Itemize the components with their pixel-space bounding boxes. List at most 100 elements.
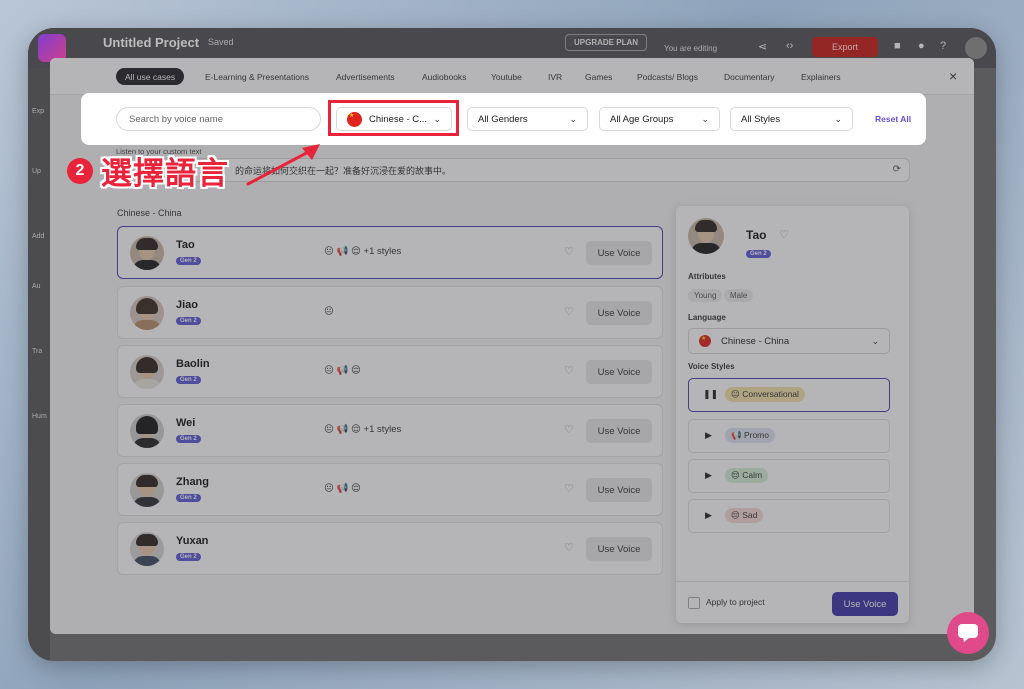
tab-documentary[interactable]: Documentary: [715, 68, 784, 85]
tab-ivr[interactable]: IVR: [539, 68, 571, 85]
play-icon[interactable]: ▶: [705, 430, 712, 441]
voice-styles: 😐 📢 😌 +1 styles: [324, 424, 402, 435]
chat-bubble-icon: [958, 624, 978, 642]
tab-advertisements[interactable]: Advertisements: [327, 68, 404, 85]
support-chat-button[interactable]: [947, 612, 989, 654]
heart-icon[interactable]: ♡: [564, 482, 574, 495]
voice-name: Yuxan: [176, 535, 209, 547]
style-row-conversational[interactable]: ❚❚ 😐 Conversational: [688, 378, 890, 412]
chevron-down-icon: ⌄: [834, 114, 842, 124]
avatar: [130, 473, 164, 507]
language-select[interactable]: Chinese - China ⌄: [688, 328, 890, 354]
attribute-chip: Male: [724, 289, 754, 302]
refresh-icon[interactable]: ⟳: [893, 164, 901, 175]
voice-name: Tao: [176, 239, 195, 251]
voice-styles: 😐 📢 😌: [324, 483, 361, 494]
play-icon[interactable]: ▶: [705, 470, 712, 481]
avatar: [130, 355, 164, 389]
style-row-sad[interactable]: ▶ 😔 Sad: [688, 499, 890, 533]
filter-bar: Search by voice name Chinese - C... ⌄ Al…: [81, 93, 926, 145]
style-tag: 📢 Promo: [725, 428, 775, 443]
panel-use-voice-button[interactable]: Use Voice: [832, 592, 898, 616]
tab-games[interactable]: Games: [576, 68, 621, 85]
apply-to-project-checkbox[interactable]: [688, 597, 700, 609]
voice-styles: 😐 📢 😌: [324, 365, 361, 376]
gen-badge: Gen 2: [176, 494, 201, 502]
highlight-box: [328, 100, 459, 136]
avatar: [688, 218, 724, 254]
heart-icon[interactable]: ♡: [779, 228, 789, 241]
close-icon[interactable]: ×: [949, 68, 957, 84]
chevron-down-icon: ⌄: [871, 336, 879, 346]
tab-explainers[interactable]: Explainers: [792, 68, 850, 85]
style-tag: 😌 Calm: [725, 468, 769, 483]
step-badge: 2: [67, 158, 93, 184]
voice-name: Wei: [176, 417, 196, 429]
style-row-promo[interactable]: ▶ 📢 Promo: [688, 419, 890, 453]
use-voice-button[interactable]: Use Voice: [586, 360, 652, 384]
use-voice-button[interactable]: Use Voice: [586, 478, 652, 502]
tab-youtube[interactable]: Youtube: [482, 68, 531, 85]
voice-styles: 😐: [324, 306, 334, 317]
chevron-down-icon: ⌄: [701, 114, 709, 124]
pause-icon[interactable]: ❚❚: [703, 389, 718, 400]
heart-icon[interactable]: ♡: [564, 305, 574, 318]
gen-badge: Gen 2: [176, 435, 201, 443]
style-filter-select[interactable]: All Styles ⌄: [730, 107, 853, 131]
section-label: Chinese - China: [117, 208, 182, 218]
voice-row-wei[interactable]: Wei Gen 2 😐 📢 😌 +1 styles ♡ Use Voice: [117, 404, 663, 457]
heart-icon[interactable]: ♡: [564, 364, 574, 377]
voice-row-yuxan[interactable]: Yuxan Gen 2 ♡ Use Voice: [117, 522, 663, 575]
chevron-down-icon: ⌄: [569, 114, 577, 124]
gen-badge: Gen 2: [746, 250, 771, 258]
play-icon[interactable]: ▶: [705, 510, 712, 521]
age-filter-select[interactable]: All Age Groups ⌄: [599, 107, 720, 131]
use-voice-button[interactable]: Use Voice: [586, 301, 652, 325]
gen-badge: Gen 2: [176, 376, 201, 384]
avatar: [130, 236, 164, 270]
style-row-calm[interactable]: ▶ 😌 Calm: [688, 459, 890, 493]
tab-e-learning[interactable]: E-Learning & Presentations: [196, 68, 318, 85]
attribute-chip: Young: [688, 289, 723, 302]
heart-icon[interactable]: ♡: [564, 245, 574, 258]
tab-podcasts[interactable]: Podcasts/ Blogs: [628, 68, 707, 85]
voice-row-jiao[interactable]: Jiao Gen 2 😐 ♡ Use Voice: [117, 286, 663, 339]
reset-all-button[interactable]: Reset All: [875, 114, 911, 124]
divider: [676, 581, 909, 582]
style-filter-value: All Styles: [741, 113, 781, 125]
style-tag: 😔 Sad: [725, 508, 764, 523]
language-label: Language: [688, 313, 726, 322]
age-filter-value: All Age Groups: [610, 113, 674, 125]
search-input[interactable]: Search by voice name: [116, 107, 321, 131]
gen-badge: Gen 2: [176, 317, 201, 325]
heart-icon[interactable]: ♡: [564, 541, 574, 554]
use-case-tabs: All use cases E-Learning & Presentations…: [50, 58, 974, 95]
china-flag-icon: [699, 335, 711, 347]
use-voice-button[interactable]: Use Voice: [586, 537, 652, 561]
voice-name: Zhang: [176, 476, 209, 488]
heart-icon[interactable]: ♡: [564, 423, 574, 436]
gender-filter-value: All Genders: [478, 113, 528, 125]
apply-to-project-label: Apply to project: [706, 597, 765, 607]
attributes-label: Attributes: [688, 272, 726, 281]
gen-badge: Gen 2: [176, 257, 201, 265]
voice-styles: 😐 📢 😌 +1 styles: [324, 246, 402, 257]
use-voice-button[interactable]: Use Voice: [586, 241, 652, 265]
voice-detail-panel: Tao ♡ Gen 2 Attributes Young Male Langua…: [676, 206, 909, 623]
avatar: [130, 414, 164, 448]
annotation-text: 選擇語言: [101, 156, 229, 192]
voice-row-zhang[interactable]: Zhang Gen 2 😐 📢 😌 ♡ Use Voice: [117, 463, 663, 516]
use-voice-button[interactable]: Use Voice: [586, 419, 652, 443]
custom-text-input[interactable]: 的命运将如何交织在一起？准备好沉浸在爱的故事中。 ⟳: [116, 158, 910, 182]
panel-voice-name: Tao: [746, 228, 767, 242]
tab-all-use-cases[interactable]: All use cases: [116, 68, 185, 85]
gen-badge: Gen 2: [176, 553, 201, 561]
tab-audiobooks[interactable]: Audiobooks: [413, 68, 475, 85]
voice-row-baolin[interactable]: Baolin Gen 2 😐 📢 😌 ♡ Use Voice: [117, 345, 663, 398]
voice-row-tao[interactable]: Tao Gen 2 😐 📢 😌 +1 styles ♡ Use Voice: [117, 226, 663, 279]
voice-name: Baolin: [176, 358, 210, 370]
style-tag: 😐 Conversational: [725, 387, 805, 402]
gender-filter-select[interactable]: All Genders ⌄: [467, 107, 588, 131]
voice-styles-label: Voice Styles: [688, 362, 735, 371]
language-value: Chinese - China: [721, 335, 790, 347]
